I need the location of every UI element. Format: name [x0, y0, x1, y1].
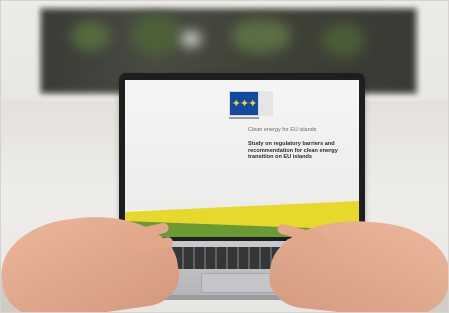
plant-blob [321, 23, 365, 57]
plant-blob [231, 19, 291, 53]
document-title: Study on regulatory barriers and recomme… [248, 141, 338, 161]
logo-caption-line [229, 117, 259, 119]
light-blob [181, 31, 201, 47]
logo-tab [259, 91, 273, 116]
eu-flag-icon: ✦✦✦ [229, 91, 259, 116]
eu-stars: ✦✦✦ [231, 98, 258, 110]
photo: ✦✦✦ Clean energy for EU islands Study on… [0, 0, 449, 313]
laptop-screen: ✦✦✦ Clean energy for EU islands Study on… [125, 80, 359, 237]
plant-blob [71, 21, 111, 51]
document-subtitle: Clean energy for EU islands [248, 127, 317, 133]
plant-blob [131, 15, 181, 55]
